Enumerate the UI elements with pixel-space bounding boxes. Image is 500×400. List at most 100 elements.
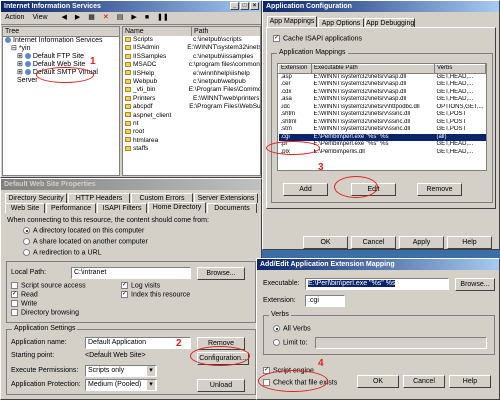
tab-home-directory[interactable]: Home Directory: [148, 202, 206, 213]
menu-view[interactable]: View: [32, 12, 47, 24]
limit-to-radio[interactable]: Limit to:: [273, 339, 308, 346]
list-item[interactable]: _vti_bin E:\Program Files\Common: [123, 86, 260, 94]
mapping-row[interactable]: .stm E:\WINNT\system32\inetsrv\ssinc.dll G…: [279, 126, 486, 134]
list-item[interactable]: IISAdmin E:\WINNT\system32\inetsrv: [123, 44, 260, 52]
list-item[interactable]: abcpdf E:\Program Files\WebSup: [123, 103, 260, 111]
list-item[interactable]: MSADC c:\program files\common fi: [123, 61, 260, 69]
toolbar-forward-icon[interactable]: ▶: [75, 12, 80, 24]
toolbar-play-icon[interactable]: ▶: [131, 12, 136, 24]
tab-directory-security[interactable]: Directory Security: [5, 193, 67, 203]
list-item[interactable]: IISSamples c:\inetpub\iissamples: [123, 53, 260, 61]
mapping-row[interactable]: .pl E:\Perl\bin\perl.exe "%s" %s GET,HEAD,…: [279, 141, 486, 149]
folder-icon: [125, 78, 131, 84]
list-item-name: IISHelp: [133, 69, 155, 77]
tab-http-headers[interactable]: HTTP Headers: [68, 193, 130, 203]
all-verbs-radio[interactable]: All Verbs: [273, 325, 311, 332]
tab-documents[interactable]: Documents: [207, 203, 257, 213]
mapping-row[interactable]: .cdx E:\WINNT\system32\inetsrv\asp.dll GET…: [279, 89, 486, 97]
list-item[interactable]: nt: [123, 120, 260, 128]
toolbar-folder-icon[interactable]: ▦: [88, 12, 95, 24]
add-button[interactable]: Add: [283, 183, 328, 196]
col-executable-path[interactable]: Executable Path: [311, 64, 435, 74]
list-item[interactable]: staffs: [123, 145, 260, 153]
list-item[interactable]: Webpub c:\inetpub\webpub: [123, 78, 260, 86]
radio-redirect[interactable]: A redirection to a URL: [23, 249, 101, 256]
toolbar-back-icon[interactable]: ◀: [62, 12, 67, 24]
col-header-path[interactable]: Path: [192, 27, 208, 36]
col-header-name[interactable]: Name: [123, 27, 192, 36]
edit-button[interactable]: Edit: [351, 183, 396, 196]
aeam-ok-button[interactable]: OK: [357, 375, 399, 388]
minimize-button[interactable]: _: [230, 2, 239, 10]
tree-pane: Tree Internet Information Services ⊟ *yi…: [2, 26, 120, 176]
remove-mapping-button[interactable]: Remove: [417, 183, 462, 196]
col-verbs[interactable]: Verbs: [433, 64, 486, 74]
radio-selected-icon: [23, 227, 30, 234]
extension-field[interactable]: .cgi: [305, 295, 345, 307]
tree-item-ftp[interactable]: ⊞ Default FTP Site: [5, 53, 119, 61]
tree-item-default-web-site[interactable]: ⊞ Default Web Site: [5, 61, 119, 69]
directory-browsing-checkbox[interactable]: Directory browsing: [11, 309, 79, 316]
cache-isapi-checkbox[interactable]: ✓ Cache ISAPI applications: [273, 35, 362, 42]
read-checkbox[interactable]: ✓ Read: [11, 291, 38, 298]
limit-to-field[interactable]: [315, 337, 487, 349]
mapping-row[interactable]: .cgi E:\Perl\bin\perl.exe "%s" %s (all): [278, 133, 486, 141]
list-item[interactable]: htmlarea: [123, 137, 260, 145]
toolbar-delete-icon[interactable]: ✕: [103, 12, 109, 24]
executable-field[interactable]: E:\Perl\bin\perl.exe "%s" %s: [305, 278, 449, 290]
local-path-field[interactable]: C:\intranet: [71, 267, 191, 279]
index-resource-checkbox[interactable]: ✓ Index this resource: [121, 291, 190, 298]
browse-button[interactable]: Browse...: [197, 267, 245, 280]
remove-app-button[interactable]: Remove: [197, 337, 245, 350]
tree-item-root[interactable]: Internet Information Services: [5, 37, 119, 45]
log-visits-checkbox[interactable]: ✓ Log visits: [121, 282, 160, 289]
tab-app-mappings[interactable]: App Mappings: [267, 16, 317, 27]
tab-isapi-filters[interactable]: ISAPI Filters: [97, 203, 147, 213]
close-button[interactable]: ×: [250, 2, 259, 10]
cancel-button[interactable]: Cancel: [351, 236, 396, 249]
radio-local-directory[interactable]: A directory located on this computer: [23, 227, 144, 234]
check-file-exists-checkbox[interactable]: Check that file exists: [263, 379, 337, 386]
tab-performance[interactable]: Performance: [46, 203, 96, 213]
mapping-row[interactable]: .plx E:\Perl\bin\perlis.dll GET,HEAD,...: [279, 149, 486, 157]
write-checkbox[interactable]: Write: [11, 300, 37, 307]
mapping-row[interactable]: .asa E:\WINNT\system32\inetsrv\asp.dll GET…: [279, 96, 486, 104]
list-item[interactable]: IISHelp e:\winnt\help\iishelp: [123, 70, 260, 78]
executable-label: Executable:: [263, 280, 300, 287]
mapping-row[interactable]: .shtm E:\WINNT\system32\inetsrv\ssinc.dll…: [279, 111, 486, 119]
maximize-button[interactable]: □: [240, 2, 249, 10]
configuration-button[interactable]: Configuration...: [197, 352, 249, 365]
script-engine-checkbox[interactable]: ✓ Script engine: [263, 367, 314, 374]
mapping-row[interactable]: .asp E:\WINNT\system32\inetsrv\asp.dll GET…: [279, 73, 486, 81]
aeam-cancel-button[interactable]: Cancel: [403, 375, 445, 388]
list-item-name: Printers: [133, 94, 156, 102]
tree-header: Tree: [3, 27, 119, 37]
list-item[interactable]: Scripts c:\inetpub\scripts: [123, 36, 260, 44]
menu-action[interactable]: Action: [5, 12, 24, 24]
tab-web-site[interactable]: Web Site: [5, 203, 45, 213]
toolbar-pause-icon[interactable]: ❚❚: [157, 12, 169, 24]
mapping-extension: .cdx: [280, 88, 292, 95]
unload-button[interactable]: Unload: [197, 379, 245, 392]
help-button[interactable]: Help: [447, 236, 492, 249]
mapping-row[interactable]: .idc E:\WINNT\system32\inetsrv\httpodbc.d…: [279, 104, 486, 112]
list-item[interactable]: root: [123, 128, 260, 136]
exec-perm-select[interactable]: Scripts only ▾: [85, 365, 157, 377]
toolbar-stop-icon[interactable]: ■: [145, 12, 149, 24]
list-item[interactable]: Printers E:\WINNT\web\printers: [123, 95, 260, 103]
radio-share[interactable]: A share located on another computer: [23, 238, 148, 245]
col-extension[interactable]: Extension: [278, 64, 312, 74]
tree-item-smtp[interactable]: ⊞ Default SMTP Virtual Server: [5, 69, 119, 85]
toolbar-properties-icon[interactable]: ▤: [117, 12, 124, 24]
app-protection-select[interactable]: Medium (Pooled) ▾: [85, 379, 157, 391]
mapping-row[interactable]: .shtml E:\WINNT\system32\inetsrv\ssinc.dl…: [279, 119, 486, 127]
tree-item-server[interactable]: ⊟ *yin: [5, 45, 119, 53]
browse-executable-button[interactable]: Browse...: [455, 278, 495, 291]
script-source-checkbox[interactable]: Script source access: [11, 282, 86, 289]
apply-button[interactable]: Apply: [399, 236, 444, 249]
aeam-dialog: Add/Edit Application Extension Mapping E…: [256, 258, 500, 400]
aeam-help-button[interactable]: Help: [449, 375, 491, 388]
list-item[interactable]: aspnet_client: [123, 112, 260, 120]
mapping-row[interactable]: .cer E:\WINNT\system32\inetsrv\asp.dll GET…: [279, 81, 486, 89]
ok-button[interactable]: OK: [303, 236, 348, 249]
